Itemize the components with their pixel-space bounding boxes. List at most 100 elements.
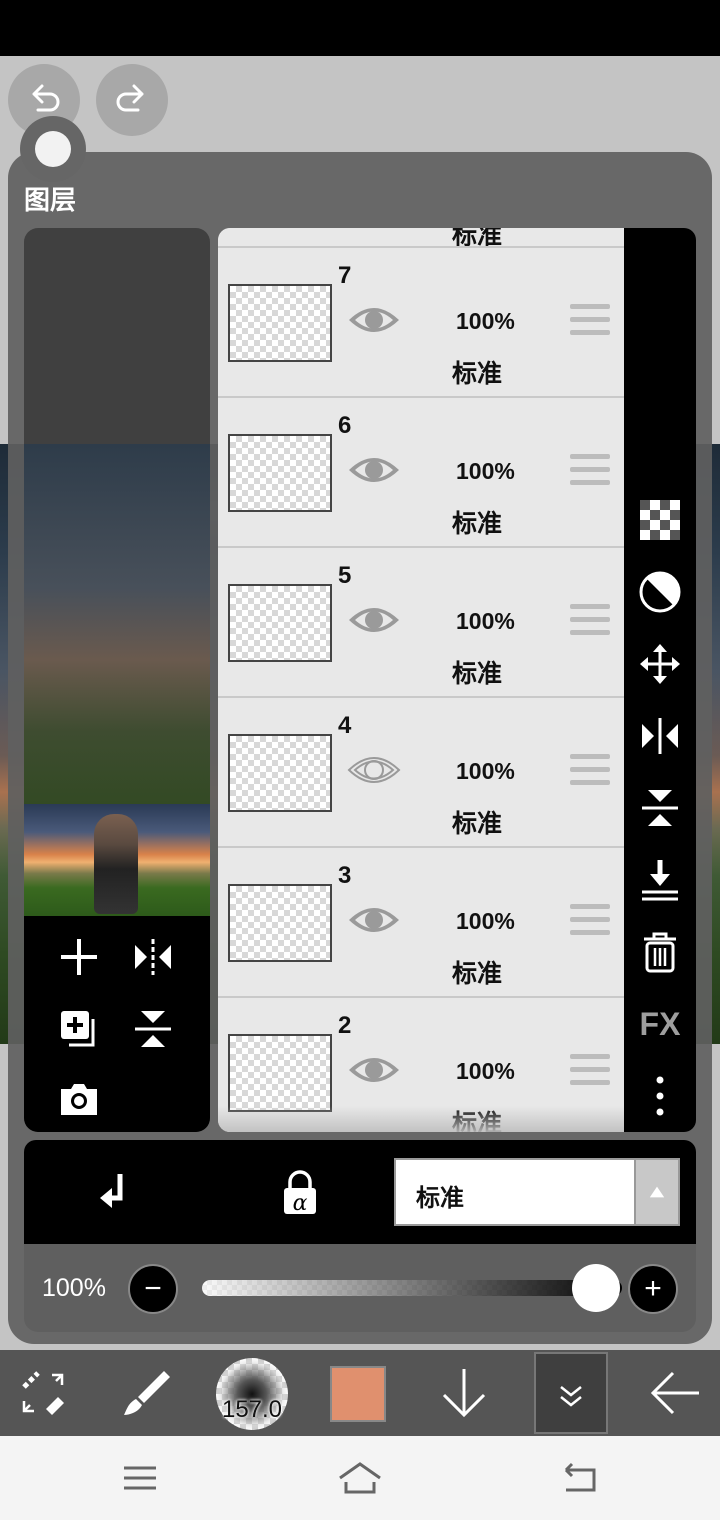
visibility-eye-icon[interactable]	[346, 900, 402, 940]
tool-switch-icon	[22, 1371, 64, 1415]
canvas-preview	[24, 228, 210, 1132]
layer-number: 3	[338, 862, 352, 889]
flip-layer-horizontal-button[interactable]	[636, 712, 684, 760]
duplicate-icon	[61, 1011, 95, 1047]
flip-vertical-icon	[135, 1011, 171, 1047]
opacity-increase-button[interactable]: +	[628, 1264, 678, 1314]
camera-button[interactable]	[56, 1076, 102, 1122]
flip-layer-vertical-button[interactable]	[636, 784, 684, 832]
plus-icon	[61, 939, 97, 975]
layer-blend: 标准	[452, 810, 503, 838]
color-swatch[interactable]	[330, 1366, 386, 1422]
layer-row-4[interactable]: 4 100% 标准	[218, 698, 624, 848]
system-nav-bar	[0, 1436, 720, 1520]
redo-icon	[116, 84, 144, 112]
fx-button[interactable]: FX	[636, 1000, 684, 1048]
drag-handle-icon[interactable]	[570, 454, 610, 490]
layer-number: 4	[338, 712, 352, 739]
opacity-decrease-button[interactable]: −	[128, 1264, 178, 1314]
move-icon	[640, 644, 680, 684]
bottom-toolbar: 157.0	[0, 1350, 720, 1436]
layer-row-3[interactable]: 3 100% 标准	[218, 848, 624, 998]
visibility-eye-icon[interactable]	[346, 600, 402, 640]
opacity-slider-knob[interactable]	[572, 1264, 620, 1312]
return-icon[interactable]	[558, 1456, 602, 1500]
layer-opacity: 100%	[456, 608, 515, 634]
camera-icon	[61, 1084, 97, 1115]
flip-canvas-horizontal-button[interactable]	[130, 934, 176, 980]
drag-handle-icon[interactable]	[570, 754, 610, 790]
menu-icon[interactable]	[118, 1456, 162, 1500]
layer-row-7[interactable]: 7 100% 标准	[218, 248, 624, 398]
flip-horizontal-icon	[135, 939, 171, 975]
visibility-eye-off-icon[interactable]	[346, 750, 402, 790]
visibility-eye-icon[interactable]	[346, 450, 402, 490]
layer-number: 5	[338, 562, 352, 589]
layer-thumbnail	[228, 434, 332, 512]
panel-title: 图层	[24, 185, 77, 215]
redo-button[interactable]	[96, 64, 168, 136]
more-options-button[interactable]	[636, 1072, 684, 1120]
drag-handle-icon[interactable]	[570, 1054, 610, 1090]
layer-side-toolbar: FX	[624, 228, 696, 1132]
layer-thumbnail	[228, 584, 332, 662]
layer-number: 7	[338, 262, 352, 289]
checker-icon	[640, 500, 680, 540]
delete-layer-button[interactable]	[636, 928, 684, 976]
arrow-down-icon	[442, 1369, 486, 1418]
invert-icon	[639, 571, 681, 613]
add-layer-button[interactable]	[56, 934, 102, 980]
merge-down-icon	[642, 860, 678, 901]
layers-panel-toggle[interactable]	[534, 1352, 608, 1434]
more-icon	[656, 1076, 664, 1116]
opacity-value: 100%	[42, 1274, 106, 1302]
drag-handle-icon[interactable]	[570, 904, 610, 940]
layer-down-button[interactable]	[434, 1350, 494, 1436]
merge-down-button[interactable]	[636, 856, 684, 904]
brush-icon	[124, 1371, 170, 1415]
layer-blend: 标准	[452, 960, 503, 988]
preview-thumbnail[interactable]	[24, 804, 210, 916]
brush-size-button[interactable]: 157.0	[216, 1358, 288, 1430]
tool-switch-button[interactable]	[12, 1350, 76, 1436]
layer-row-6[interactable]: 6 100% 标准	[218, 398, 624, 548]
layer-opacity: 100%	[456, 458, 515, 484]
layer-opacity: 100%	[456, 308, 515, 334]
layer-row-5[interactable]: 5 100% 标准	[218, 548, 624, 698]
layer-thumbnail	[228, 734, 332, 812]
layer-blend: 标准	[452, 360, 503, 388]
drag-handle-icon[interactable]	[570, 604, 610, 640]
blend-mode-value: 标准	[416, 1185, 464, 1212]
brush-tool-button[interactable]	[114, 1350, 178, 1436]
collapse-double-chevron-icon	[560, 1386, 582, 1407]
trash-icon	[644, 932, 676, 973]
home-icon[interactable]	[336, 1456, 384, 1500]
layer-opacity: 100%	[456, 908, 515, 934]
move-button[interactable]	[636, 640, 684, 688]
layer-list-scroll[interactable]: 标准 7 100% 标准 6 100% 标准 5 100% 标准 4 100% …	[218, 228, 624, 1132]
brush-cursor[interactable]	[20, 116, 86, 182]
clipping-button[interactable]	[92, 1168, 140, 1216]
status-bar	[0, 0, 720, 56]
layer-number: 2	[338, 1012, 352, 1039]
invert-button[interactable]	[636, 568, 684, 616]
layer-opacity: 100%	[456, 1058, 515, 1084]
transparency-checker-button[interactable]	[636, 496, 684, 544]
dropdown-arrow-icon	[634, 1160, 678, 1224]
layer-row-partial[interactable]: 标准	[218, 228, 624, 248]
visibility-eye-icon[interactable]	[346, 1050, 402, 1090]
flip-vertical-icon	[642, 790, 678, 826]
layer-number: 6	[338, 412, 352, 439]
blend-mode-select[interactable]: 标准	[394, 1158, 680, 1226]
brush-size-value: 157.0	[221, 1396, 283, 1423]
opacity-slider[interactable]	[202, 1280, 622, 1296]
flip-canvas-vertical-button[interactable]	[130, 1006, 176, 1052]
alpha-lock-button[interactable]: α	[276, 1168, 324, 1216]
preview-tools	[24, 916, 210, 1132]
visibility-eye-icon[interactable]	[346, 300, 402, 340]
layer-blend: 标准	[452, 228, 503, 248]
layer-thumbnail	[228, 884, 332, 962]
duplicate-layer-button[interactable]	[56, 1006, 102, 1052]
drag-handle-icon[interactable]	[570, 304, 610, 340]
back-button[interactable]	[640, 1350, 710, 1436]
